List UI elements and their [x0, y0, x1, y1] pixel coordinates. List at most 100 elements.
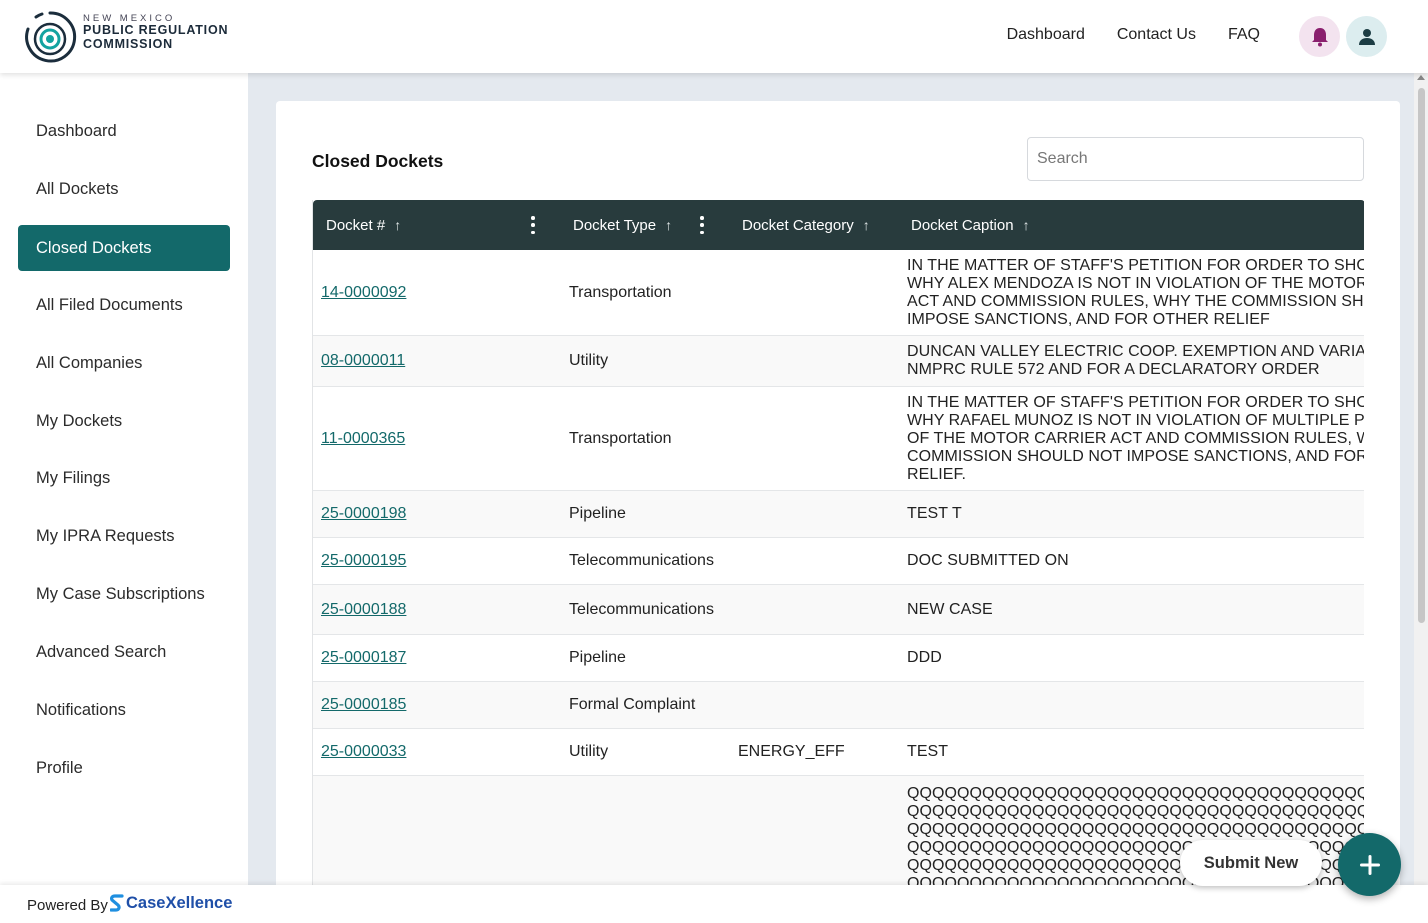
sidebar-item-dashboard[interactable]: Dashboard	[18, 108, 230, 154]
closed-dockets-card: Closed Dockets Docket # ↑ Docket Type ↑ …	[276, 101, 1400, 901]
add-fab-button[interactable]	[1338, 833, 1401, 896]
docket-number-cell: 25-0000185	[321, 682, 406, 728]
user-icon	[1358, 28, 1375, 45]
sidebar-item-my-dockets[interactable]: My Dockets	[18, 398, 230, 444]
sort-arrow-icon[interactable]: ↑	[394, 217, 401, 233]
scrollbar-thumb[interactable]	[1418, 88, 1425, 623]
docket-number-cell: 14-0000092	[321, 250, 406, 335]
table-row: 25-0000187 Pipeline DDD	[313, 635, 1364, 682]
docket-link[interactable]: 14-0000092	[321, 284, 406, 302]
column-header-docket-type[interactable]: Docket Type ↑	[573, 200, 672, 250]
table-row: 14-0000092 Transportation IN THE MATTER …	[313, 250, 1364, 336]
docket-caption-cell: IN THE MATTER OF STAFF'S PETITION FOR OR…	[907, 256, 1364, 328]
nav-contact-link[interactable]: Contact Us	[1117, 26, 1196, 44]
footer: Powered By CaseXellence	[0, 885, 1428, 923]
nav-dashboard-link[interactable]: Dashboard	[1007, 26, 1085, 44]
docket-link[interactable]: 25-0000185	[321, 696, 406, 714]
docket-caption-cell: NEW CASE	[907, 600, 993, 618]
table-row: 25-0000195 Telecommunications DOC SUBMIT…	[313, 538, 1364, 585]
docket-category-cell: ENERGY_EFF	[738, 743, 845, 760]
table-row: 25-0000033 Utility ENERGY_EFF TEST	[313, 729, 1364, 776]
docket-number-cell: 25-0000198	[321, 491, 406, 537]
column-label: Docket Category	[742, 216, 854, 234]
table-row: 08-0000011 Utility DUNCAN VALLEY ELECTRI…	[313, 336, 1364, 387]
docket-caption-cell: TEST	[907, 743, 949, 760]
sidebar-item-my-ipra-requests[interactable]: My IPRA Requests	[18, 513, 230, 559]
sidebar-item-profile[interactable]: Profile	[18, 745, 230, 791]
dockets-table: Docket # ↑ Docket Type ↑ Docket Category…	[312, 200, 1364, 901]
notifications-button[interactable]	[1299, 16, 1340, 57]
sidebar-item-advanced-search[interactable]: Advanced Search	[18, 629, 230, 675]
docket-link[interactable]: 11-0000365	[321, 430, 405, 448]
docket-link[interactable]: 25-0000195	[321, 552, 406, 570]
docket-type-cell: Utility	[569, 352, 609, 369]
docket-caption-cell: DUNCAN VALLEY ELECTRIC COOP. EXEMPTION A…	[907, 343, 1364, 378]
search-input[interactable]	[1027, 137, 1364, 181]
sort-arrow-icon[interactable]: ↑	[1023, 217, 1030, 233]
docket-caption-cell	[907, 682, 1364, 728]
docket-type-cell: Utility	[569, 743, 609, 760]
docket-link[interactable]: 25-0000187	[321, 649, 406, 667]
logo-line-commission: COMMISSION	[83, 37, 173, 52]
sidebar-item-all-dockets[interactable]: All Dockets	[18, 166, 230, 212]
sidebar-item-my-case-subscriptions[interactable]: My Case Subscriptions	[18, 571, 230, 617]
page-title: Closed Dockets	[312, 151, 444, 171]
column-menu-icon[interactable]	[530, 216, 536, 234]
docket-type-cell: Transportation	[569, 283, 672, 301]
column-header-docket-number[interactable]: Docket # ↑	[326, 200, 401, 250]
docket-type-cell: Transportation	[569, 429, 672, 447]
sort-arrow-icon[interactable]: ↑	[665, 217, 672, 233]
docket-link[interactable]: 25-0000198	[321, 505, 406, 523]
docket-link[interactable]: 25-0000188	[321, 601, 406, 619]
prc-logo-icon[interactable]	[22, 9, 78, 65]
table-row: 11-0000365 Transportation IN THE MATTER …	[313, 387, 1364, 491]
table-row: 25-0000188 Telecommunications NEW CASE	[313, 585, 1364, 635]
docket-number-cell: 11-0000365	[321, 387, 405, 490]
table-row: 25-0000185 Formal Complaint	[313, 682, 1364, 729]
docket-link[interactable]: 25-0000033	[321, 743, 406, 761]
docket-caption-cell: DOC SUBMITTED ON	[907, 552, 1069, 569]
column-label: Docket Caption	[911, 216, 1014, 234]
top-nav: Dashboard Contact Us FAQ	[1007, 26, 1260, 44]
sidebar-item-all-companies[interactable]: All Companies	[18, 340, 230, 386]
submit-new-button[interactable]: Submit New	[1180, 840, 1322, 886]
docket-type-cell: Formal Complaint	[569, 696, 696, 713]
sidebar-item-my-filings[interactable]: My Filings	[18, 455, 230, 501]
docket-number-cell: 08-0000011	[321, 336, 405, 386]
column-menu-icon[interactable]	[699, 216, 705, 234]
docket-link[interactable]: 08-0000011	[321, 352, 405, 370]
sidebar-item-all-filed-documents[interactable]: All Filed Documents	[18, 282, 230, 328]
docket-type-cell: Pipeline	[569, 505, 626, 522]
docket-number-cell: 25-0000195	[321, 538, 406, 584]
docket-type-cell: Telecommunications	[569, 600, 714, 618]
powered-by-label: Powered By	[27, 897, 108, 914]
scroll-up-arrow-icon[interactable]	[1417, 75, 1425, 80]
casexellence-logo[interactable]: CaseXellence	[110, 894, 232, 913]
docket-caption-cell: DDD	[907, 649, 942, 666]
sidebar-item-notifications[interactable]: Notifications	[18, 687, 230, 733]
docket-number-cell: 25-0000187	[321, 635, 406, 681]
docket-type-cell: Telecommunications	[569, 552, 714, 569]
plus-icon	[1359, 854, 1380, 875]
top-bar: NEW MEXICO PUBLIC REGULATION COMMISSION …	[0, 0, 1428, 73]
column-label: Docket #	[326, 216, 386, 234]
casexellence-s-icon	[110, 894, 124, 912]
table-row: 25-0000198 Pipeline TEST T	[313, 491, 1364, 538]
table-header: Docket # ↑ Docket Type ↑ Docket Category…	[313, 200, 1364, 250]
brand-name: CaseXellence	[126, 894, 233, 912]
sidebar-item-closed-dockets[interactable]: Closed Dockets	[18, 225, 230, 271]
docket-type-cell: Pipeline	[569, 649, 626, 666]
column-label: Docket Type	[573, 216, 657, 234]
column-header-docket-caption[interactable]: Docket Caption ↑	[911, 200, 1030, 250]
sidebar: Dashboard All Dockets Closed Dockets All…	[0, 73, 248, 885]
docket-caption-cell: IN THE MATTER OF STAFF'S PETITION FOR OR…	[907, 393, 1364, 483]
nav-faq-link[interactable]: FAQ	[1228, 26, 1260, 44]
column-header-docket-category[interactable]: Docket Category ↑	[742, 200, 870, 250]
docket-caption-cell: TEST T	[907, 505, 962, 522]
docket-number-cell: 25-0000033	[321, 729, 406, 775]
bell-icon	[1311, 27, 1328, 46]
logo-text: NEW MEXICO PUBLIC REGULATION COMMISSION	[83, 13, 229, 52]
user-menu-button[interactable]	[1346, 16, 1387, 57]
sort-arrow-icon[interactable]: ↑	[863, 217, 870, 233]
logo-line-name: PUBLIC REGULATION	[83, 23, 229, 38]
